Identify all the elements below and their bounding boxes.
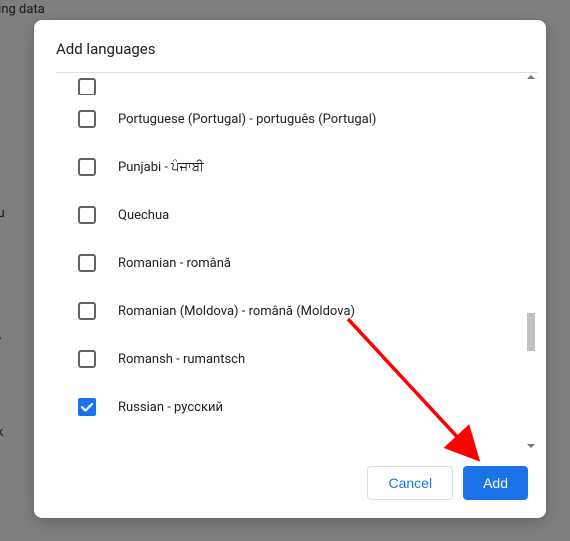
language-label: Romansh - rumantsch xyxy=(118,352,245,367)
dialog-actions: Cancel Add xyxy=(34,450,546,518)
cancel-button[interactable]: Cancel xyxy=(367,466,453,500)
checkbox-unchecked-icon[interactable] xyxy=(78,158,96,176)
scrollbar-track[interactable] xyxy=(526,75,536,448)
add-languages-dialog: Add languages Portuguese (Portugal) - po… xyxy=(34,20,546,518)
list-item[interactable]: Romansh - rumantsch xyxy=(78,335,520,383)
list-item[interactable] xyxy=(78,73,520,95)
list-item[interactable]: Russian - русский xyxy=(78,383,520,431)
language-label: Romanian (Moldova) - română (Moldova) xyxy=(118,304,355,319)
checkbox-unchecked-icon[interactable] xyxy=(78,77,96,95)
language-list[interactable]: Portuguese (Portugal) - português (Portu… xyxy=(56,73,538,450)
checkbox-unchecked-icon[interactable] xyxy=(78,110,96,128)
checkbox-unchecked-icon[interactable] xyxy=(78,206,96,224)
checkbox-unchecked-icon[interactable] xyxy=(78,350,96,368)
checkbox-checked-icon[interactable] xyxy=(78,398,96,416)
checkbox-unchecked-icon[interactable] xyxy=(78,302,96,320)
language-label: Quechua xyxy=(118,208,169,223)
list-item[interactable]: Romanian (Moldova) - română (Moldova) xyxy=(78,287,520,335)
list-item[interactable]: Punjabi - ਪੰਜਾਬੀ xyxy=(78,143,520,191)
list-item[interactable]: Romanian - română xyxy=(78,239,520,287)
language-label: Punjabi - ਪੰਜਾਬੀ xyxy=(118,160,204,175)
list-item[interactable]: Portuguese (Portugal) - português (Portu… xyxy=(78,95,520,143)
dialog-body: Portuguese (Portugal) - português (Portu… xyxy=(56,72,538,450)
language-label: Portuguese (Portugal) - português (Portu… xyxy=(118,112,376,127)
list-item[interactable]: Quechua xyxy=(78,191,520,239)
scrollbar-thumb[interactable] xyxy=(527,313,535,351)
add-button[interactable]: Add xyxy=(463,466,528,500)
checkbox-unchecked-icon[interactable] xyxy=(78,254,96,272)
language-label: Russian - русский xyxy=(118,400,223,415)
dialog-title: Add languages xyxy=(34,20,546,72)
language-label: Romanian - română xyxy=(118,256,231,271)
